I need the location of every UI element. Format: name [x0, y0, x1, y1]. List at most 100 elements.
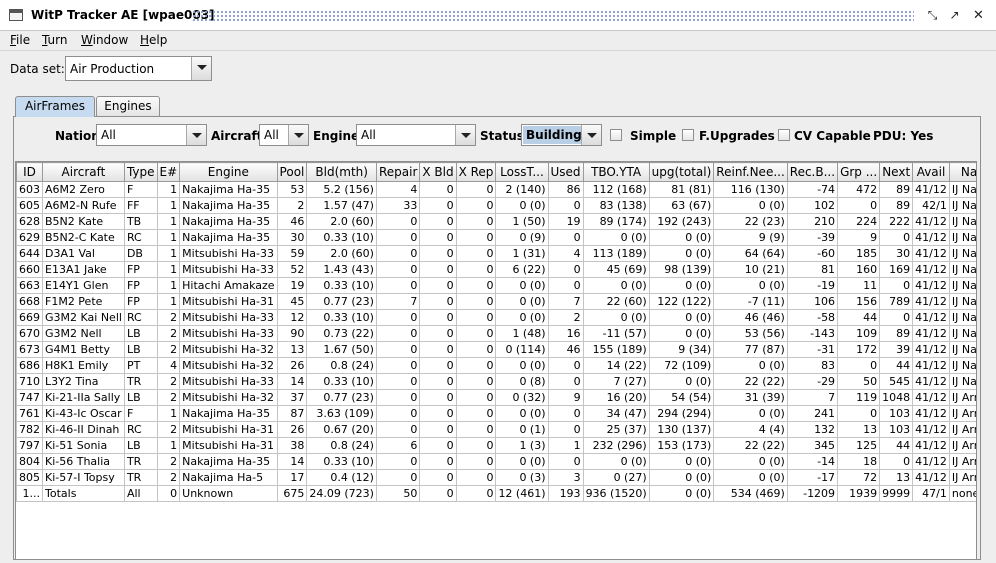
menu-window[interactable]: Window [81, 33, 128, 47]
minimize-icon[interactable]: ⤡ [925, 8, 940, 23]
table-row[interactable]: 797 Ki-51 Sonia LB 1 Mitsubishi Ha-31 38 0.8 (… [16, 437, 976, 454]
column-header[interactable]: Type [123, 162, 158, 182]
column-header[interactable]: Reinf.Nee... [713, 162, 788, 182]
fupgrades-checkbox[interactable] [682, 129, 694, 141]
table-row[interactable]: 670 G3M2 Nell LB 2 Mitsubishi Ha-33 90 0.73 (2… [16, 325, 976, 342]
table-cell: -7 (11) [713, 293, 788, 310]
column-header[interactable]: X Rep [455, 162, 497, 182]
tab-engines[interactable]: Engines [96, 96, 160, 116]
chevron-down-icon[interactable] [191, 57, 211, 80]
table-row[interactable]: 605 A6M2-N Rufe FF 1 Nakajima Ha-35 2 1.57 (47… [16, 197, 976, 214]
table-cell: IJ Navy [948, 181, 976, 198]
table-cell: 804 [16, 453, 43, 470]
column-header[interactable]: LossT... [495, 162, 549, 182]
table-row[interactable]: 660 E13A1 Jake FP 1 Mitsubishi Ha-33 52 1.43 (… [16, 261, 976, 278]
column-header[interactable]: Engine [179, 162, 278, 182]
column-header[interactable]: Nat [948, 162, 976, 182]
column-header[interactable]: Next [879, 162, 914, 182]
column-header[interactable]: E# [156, 162, 181, 182]
chevron-down-icon[interactable] [288, 125, 308, 145]
table-row[interactable]: 1... Totals All 0 Unknown 675 24.09 (723) 50 0 0 1… [16, 485, 976, 502]
table-cell: IJ Army [948, 453, 976, 470]
column-header[interactable]: Grp ... [837, 162, 881, 182]
table-cell: FP [123, 261, 158, 278]
menu-turn[interactable]: Turn [42, 33, 67, 47]
table-cell: 119 [837, 389, 881, 406]
column-header[interactable]: X Bld [419, 162, 457, 182]
menu-file[interactable]: File [10, 33, 30, 47]
chevron-down-icon[interactable] [455, 125, 475, 145]
column-header[interactable]: Used [547, 162, 584, 182]
table-row[interactable]: 747 Ki-21-IIa Sally LB 2 Mitsubishi Ha-32 37 0… [16, 389, 976, 406]
table-row[interactable]: 673 G4M1 Betty LB 2 Mitsubishi Ha-32 13 1.67 (… [16, 341, 976, 358]
table-cell: A6M2-N Rufe [42, 197, 125, 214]
table-cell: 4 [375, 181, 421, 198]
table-row[interactable]: 663 E14Y1 Glen FP 1 Hitachi Amakaze 19 0.33 (1… [16, 277, 976, 294]
dataset-select[interactable]: Air Production [65, 56, 212, 81]
table-cell: 2 [156, 421, 181, 438]
table-cell: 9 (9) [713, 229, 788, 246]
table-cell: 0 [455, 357, 497, 374]
table-cell: 46 [547, 341, 584, 358]
table-cell: Mitsubishi Ha-31 [179, 437, 278, 454]
table-cell: Nakajima Ha-35 [179, 213, 278, 230]
table-cell: 112 (168) [582, 181, 650, 198]
table-row[interactable]: 628 B5N2 Kate TB 1 Nakajima Ha-35 46 2.0 (60) 0… [16, 213, 976, 230]
table-row[interactable]: 761 Ki-43-Ic Oscar F 1 Nakajima Ha-35 87 3.63 … [16, 405, 976, 422]
table-row[interactable]: 805 Ki-57-I Topsy TR 2 Nakajima Ha-5 17 0.4 (1… [16, 469, 976, 486]
table-row[interactable]: 669 G3M2 Kai Nell RC 2 Mitsubishi Ha-33 12 0.3… [16, 309, 976, 326]
column-header[interactable]: Rec.B... [786, 162, 839, 182]
chevron-down-icon[interactable] [581, 125, 601, 145]
cvcapable-checkbox[interactable] [778, 129, 790, 141]
table-cell: PT [123, 357, 158, 374]
column-header[interactable]: ID [16, 162, 43, 182]
column-header[interactable]: Avail [912, 162, 950, 182]
table-cell: 669 [16, 309, 43, 326]
table-row[interactable]: 629 B5N2-C Kate RC 1 Nakajima Ha-35 30 0.33 (1… [16, 229, 976, 246]
table-cell: 1.57 (47) [306, 197, 377, 214]
table-row[interactable]: 686 H8K1 Emily PT 4 Mitsubishi Ha-32 26 0.8 (2… [16, 357, 976, 374]
table-cell: 294 (294) [648, 405, 715, 422]
table-cell: 782 [16, 421, 43, 438]
table-cell: F [123, 181, 158, 198]
table-cell: 0 [375, 277, 421, 294]
column-header[interactable]: Aircraft [42, 162, 125, 182]
aircraft-select[interactable]: All [259, 124, 309, 146]
table-row[interactable]: 710 L3Y2 Tina TR 2 Mitsubishi Ha-33 14 0.33 (1… [16, 373, 976, 390]
table-cell: 0 (0) [582, 277, 650, 294]
table-cell: 0 [455, 325, 497, 342]
column-header[interactable]: upg(total) [648, 162, 715, 182]
table-cell: 0 (0) [495, 357, 549, 374]
chevron-down-icon[interactable] [186, 125, 206, 145]
close-icon[interactable]: ✕ [971, 8, 986, 23]
table-row[interactable]: 644 D3A1 Val DB 1 Mitsubishi Ha-33 59 2.0 (60)… [16, 245, 976, 262]
engine-select[interactable]: All [356, 124, 476, 146]
column-header[interactable]: TBO.YTA [582, 162, 650, 182]
column-header[interactable]: Bld(mth) [306, 162, 377, 182]
table-row[interactable]: 668 F1M2 Pete FP 1 Mitsubishi Ha-31 45 0.77 (2… [16, 293, 976, 310]
table-cell: Ki-56 Thalia [42, 453, 125, 470]
tab-airframes[interactable]: AirFrames [15, 96, 95, 117]
table-cell: 0 [455, 261, 497, 278]
table-row[interactable]: 603 A6M2 Zero F 1 Nakajima Ha-35 53 5.2 (156) 4… [16, 181, 976, 198]
simple-checkbox[interactable] [610, 129, 622, 141]
menu-help[interactable]: Help [140, 33, 167, 47]
table-row[interactable]: 804 Ki-56 Thalia TR 2 Nakajima Ha-35 14 0.33 (… [16, 453, 976, 470]
table-cell: 0 (0) [648, 453, 715, 470]
table-cell: 14 [276, 453, 308, 470]
status-select[interactable]: Building [521, 124, 602, 146]
table-cell: 89 (174) [582, 213, 650, 230]
column-header[interactable]: Pool [276, 162, 308, 182]
table-cell: 660 [16, 261, 43, 278]
table-row[interactable]: 782 Ki-46-II Dinah RC 2 Mitsubishi Ha-31 26 0.… [16, 421, 976, 438]
column-header[interactable]: Repair [375, 162, 421, 182]
table-cell: 0 (0) [713, 453, 788, 470]
table-cell: 0.8 (24) [306, 357, 377, 374]
maximize-icon[interactable]: ↗ [947, 8, 962, 23]
table-cell: Mitsubishi Ha-33 [179, 245, 278, 262]
table-cell: 232 (296) [582, 437, 650, 454]
table-cell: L3Y2 Tina [42, 373, 125, 390]
table-cell: 2 [156, 389, 181, 406]
table-cell: 41/12 [912, 341, 950, 358]
nation-select[interactable]: All [96, 124, 207, 146]
